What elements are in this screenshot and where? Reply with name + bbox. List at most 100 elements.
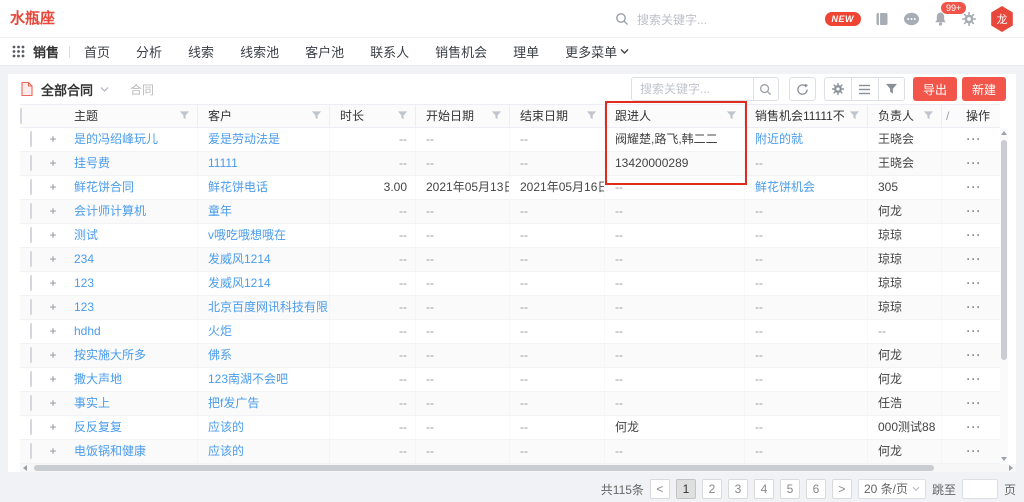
row-actions-button[interactable]: ···	[967, 372, 982, 386]
page-button-4[interactable]: 4	[754, 479, 774, 499]
list-search-input[interactable]	[631, 77, 753, 101]
chat-icon[interactable]	[903, 12, 920, 27]
nav-item-5[interactable]: 客户池	[305, 42, 344, 61]
row-expand-button[interactable]: +	[49, 348, 56, 362]
row-actions-button[interactable]: ···	[967, 444, 982, 458]
filter-funnel-icon[interactable]	[878, 77, 905, 101]
select-all-checkbox[interactable]	[20, 108, 22, 124]
notifications[interactable]: 99+	[933, 11, 948, 27]
row-expand-button[interactable]: +	[49, 276, 56, 290]
vertical-scroll-thumb[interactable]	[1001, 140, 1007, 360]
filter-icon[interactable]	[311, 110, 322, 121]
page-next-button[interactable]: >	[832, 479, 852, 499]
settings-gear-icon[interactable]	[824, 77, 851, 101]
scroll-up-arrow[interactable]	[1001, 131, 1007, 135]
subject-link[interactable]: 按实施大所多	[74, 348, 146, 362]
nav-more-menu[interactable]: 更多菜单	[565, 42, 629, 61]
page-button-5[interactable]: 5	[780, 479, 800, 499]
row-checkbox[interactable]	[30, 203, 32, 219]
row-actions-button[interactable]: ···	[967, 420, 982, 434]
row-expand-button[interactable]: +	[49, 204, 56, 218]
subject-link[interactable]: 撒大声地	[74, 372, 122, 386]
page-prev-button[interactable]: <	[650, 479, 670, 499]
nav-item-8[interactable]: 理单	[513, 42, 539, 61]
customer-link[interactable]: 童年	[208, 204, 232, 218]
row-checkbox[interactable]	[30, 251, 32, 267]
nav-item-1[interactable]: 首页	[84, 42, 110, 61]
row-checkbox[interactable]	[30, 443, 32, 459]
row-checkbox[interactable]	[30, 323, 32, 339]
nav-item-4[interactable]: 线索池	[240, 42, 279, 61]
customer-link[interactable]: 应该的	[208, 420, 244, 434]
row-expand-button[interactable]: +	[49, 180, 56, 194]
export-button[interactable]: 导出	[913, 77, 957, 101]
row-actions-button[interactable]: ···	[967, 204, 982, 218]
page-button-6[interactable]: 6	[806, 479, 826, 499]
row-actions-button[interactable]: ···	[967, 276, 982, 290]
customer-link[interactable]: 爱是劳动法是	[208, 132, 280, 146]
subject-link[interactable]: 电饭锅和健康	[74, 444, 146, 458]
customer-link[interactable]: 北京百度网讯科技有限公司	[208, 300, 330, 314]
subject-link[interactable]: 反反复复	[74, 420, 122, 434]
jump-page-input[interactable]	[962, 479, 998, 499]
subject-link[interactable]: hdhd	[74, 324, 101, 338]
horizontal-scrollbar[interactable]	[20, 464, 1016, 472]
row-actions-button[interactable]: ···	[967, 228, 982, 242]
subject-link[interactable]: 挂号费	[74, 156, 110, 170]
customer-link[interactable]: 发威风1214	[208, 252, 271, 266]
filter-icon[interactable]	[923, 110, 934, 121]
scroll-left-arrow[interactable]	[23, 465, 27, 471]
nav-item-7[interactable]: 销售机会	[435, 42, 487, 61]
customer-link[interactable]: 把f发广告	[208, 396, 259, 410]
row-checkbox[interactable]	[30, 227, 32, 243]
opportunity-link[interactable]: 附近的就	[755, 132, 803, 146]
page-button-3[interactable]: 3	[728, 479, 748, 499]
vertical-scrollbar[interactable]	[1000, 128, 1008, 464]
customer-link[interactable]: 应该的	[208, 444, 244, 458]
filter-icon[interactable]	[491, 110, 502, 121]
row-checkbox[interactable]	[30, 155, 32, 171]
global-search[interactable]: 搜索关键字...	[615, 0, 707, 38]
nav-item-3[interactable]: 线索	[188, 42, 214, 61]
row-actions-button[interactable]: ···	[967, 132, 982, 146]
subject-link[interactable]: 事实上	[74, 396, 110, 410]
subject-link[interactable]: 会计师计算机	[74, 204, 146, 218]
row-expand-button[interactable]: +	[49, 228, 56, 242]
row-actions-button[interactable]: ···	[967, 180, 982, 194]
row-expand-button[interactable]: +	[49, 252, 56, 266]
row-actions-button[interactable]: ···	[967, 348, 982, 362]
scroll-down-arrow[interactable]	[1001, 457, 1007, 461]
row-checkbox[interactable]	[30, 275, 32, 291]
new-badge[interactable]: NEW	[825, 12, 862, 26]
page-button-1[interactable]: 1	[676, 479, 696, 499]
row-expand-button[interactable]: +	[49, 156, 56, 170]
subject-link[interactable]: 123	[74, 276, 94, 290]
customer-link[interactable]: 11111	[208, 156, 238, 170]
page-size-select[interactable]: 20 条/页	[858, 479, 926, 499]
customer-link[interactable]: 鲜花饼电话	[208, 180, 268, 194]
row-expand-button[interactable]: +	[49, 444, 56, 458]
row-actions-button[interactable]: ···	[967, 300, 982, 314]
row-checkbox[interactable]	[30, 131, 32, 147]
gear-icon[interactable]	[961, 11, 977, 27]
customer-link[interactable]: 佛系	[208, 348, 232, 362]
subject-link[interactable]: 鲜花饼合同	[74, 180, 134, 194]
row-actions-button[interactable]: ···	[967, 396, 982, 410]
filter-icon[interactable]	[726, 110, 737, 121]
row-checkbox[interactable]	[30, 347, 32, 363]
row-expand-button[interactable]: +	[49, 396, 56, 410]
row-expand-button[interactable]: +	[49, 372, 56, 386]
user-avatar[interactable]: 龙	[990, 6, 1014, 32]
opportunity-link[interactable]: 鲜花饼机会	[755, 180, 815, 194]
row-actions-button[interactable]: ···	[967, 156, 982, 170]
row-checkbox[interactable]	[30, 419, 32, 435]
row-expand-button[interactable]: +	[49, 132, 56, 146]
notebook-icon[interactable]	[874, 11, 890, 27]
columns-list-icon[interactable]	[851, 77, 878, 101]
row-actions-button[interactable]: ···	[967, 252, 982, 266]
filter-icon[interactable]	[179, 110, 190, 121]
row-checkbox[interactable]	[30, 179, 32, 195]
row-actions-button[interactable]: ···	[967, 324, 982, 338]
view-title[interactable]: 全部合同	[41, 80, 93, 99]
subject-link[interactable]: 是的冯绍峰玩儿	[74, 132, 158, 146]
